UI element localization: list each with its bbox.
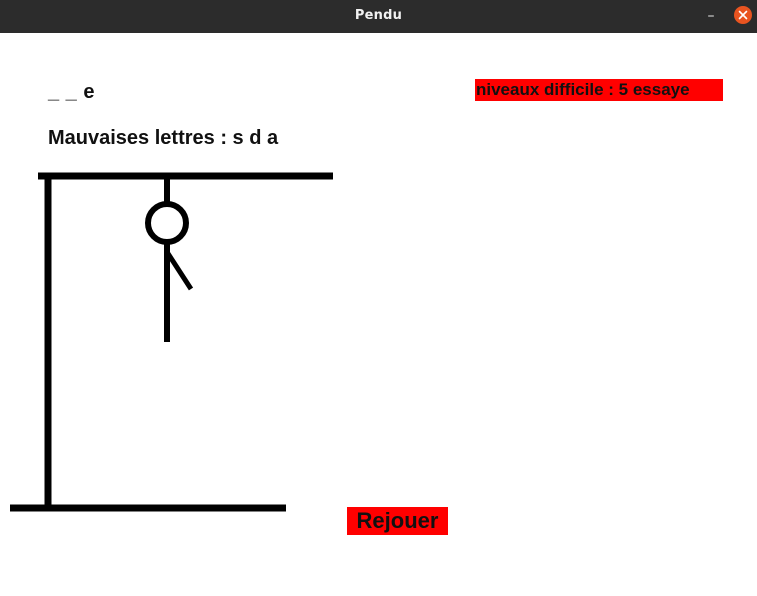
- replay-button[interactable]: Rejouer: [347, 507, 448, 535]
- hangman-arm: [164, 250, 194, 291]
- window-title: Pendu: [354, 8, 403, 23]
- close-icon: [738, 10, 748, 20]
- hangman-head: [145, 201, 189, 245]
- close-button[interactable]: [734, 6, 752, 24]
- minimize-button[interactable]: –: [700, 6, 722, 26]
- window-titlebar: Pendu –: [0, 0, 757, 33]
- game-canvas: _ _ e Mauvaises lettres : s d a niveaux …: [0, 33, 757, 596]
